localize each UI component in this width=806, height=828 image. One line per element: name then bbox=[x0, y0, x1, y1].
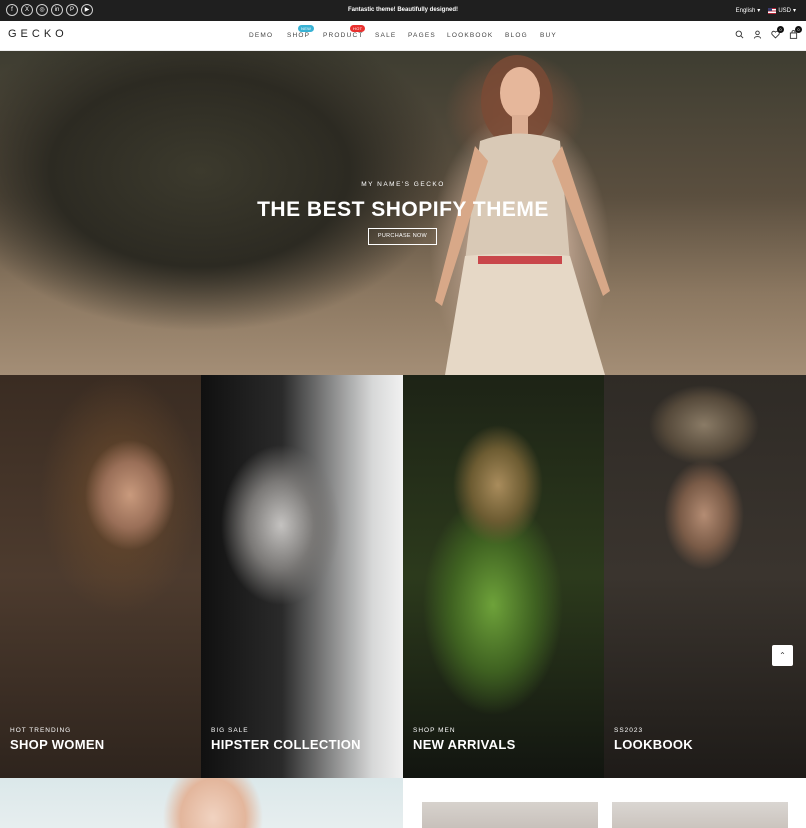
tile-kicker: SS2023 bbox=[614, 727, 644, 734]
language-selector[interactable]: English ▾ bbox=[735, 7, 761, 15]
menu-item-product[interactable]: PRODUCT HOT bbox=[323, 25, 366, 39]
menu-item-lookbook[interactable]: LOOKBOOK bbox=[447, 32, 493, 39]
menu-item-pages[interactable]: PAGES bbox=[408, 32, 436, 39]
collection-tile-lookbook[interactable]: SS2023 LOOKBOOK bbox=[604, 375, 806, 778]
menu-item-product-label: PRODUCT bbox=[323, 32, 364, 39]
menu-item-buy[interactable]: BUY bbox=[540, 32, 557, 39]
menu-item-sale[interactable]: SALE bbox=[375, 32, 396, 39]
chevron-down-icon: ▾ bbox=[792, 8, 796, 14]
locale-switchers: English ▾ USD ▾ bbox=[736, 0, 796, 21]
product-card-image[interactable] bbox=[612, 802, 788, 828]
us-flag-icon bbox=[768, 7, 777, 14]
language-label: English bbox=[735, 7, 756, 14]
tile-title: HIPSTER COLLECTION bbox=[211, 737, 361, 752]
facebook-icon[interactable]: f bbox=[6, 4, 18, 16]
hero-title: THE BEST SHOPIFY THEME bbox=[257, 198, 549, 221]
product-card-image[interactable] bbox=[422, 802, 598, 828]
cart-count: 0 bbox=[795, 26, 802, 33]
tile-kicker: BIG SALE bbox=[211, 727, 249, 734]
wishlist-count: 0 bbox=[777, 26, 784, 33]
collection-tile-shop-women[interactable]: HOT TRENDING SHOP WOMEN bbox=[0, 375, 201, 778]
tile-title: LOOKBOOK bbox=[614, 737, 693, 752]
heart-icon[interactable]: 0 bbox=[771, 26, 784, 39]
bag-icon[interactable]: 0 bbox=[789, 26, 802, 39]
menu-item-demo[interactable]: DEMO bbox=[249, 32, 273, 39]
featured-banner-image[interactable] bbox=[0, 778, 403, 828]
tile-kicker: SHOP MEN bbox=[413, 727, 456, 734]
featured-section bbox=[0, 778, 806, 828]
collection-tile-new-arrivals[interactable]: SHOP MEN NEW ARRIVALS bbox=[403, 375, 604, 778]
hero-banner: MY NAME'S GECKO THE BEST SHOPIFY THEME P… bbox=[0, 51, 806, 375]
collection-tile-hipster-collection[interactable]: BIG SALE HIPSTER COLLECTION bbox=[201, 375, 403, 778]
x-icon[interactable]: X bbox=[21, 4, 33, 16]
hero-kicker: MY NAME'S GECKO bbox=[361, 181, 445, 188]
tile-title: NEW ARRIVALS bbox=[413, 737, 516, 752]
chevron-down-icon: ▾ bbox=[757, 8, 761, 14]
back-to-top-button[interactable]: ⌃ bbox=[772, 645, 793, 666]
collection-grid: HOT TRENDING SHOP WOMEN BIG SALE HIPSTER… bbox=[0, 375, 806, 778]
menu-item-shop-label: SHOP bbox=[287, 32, 311, 39]
linkedin-icon[interactable]: in bbox=[51, 4, 63, 16]
announcement-bar: f X ◎ in P ▶ Fantastic theme! Beautifull… bbox=[0, 0, 806, 21]
user-icon[interactable] bbox=[753, 30, 762, 39]
tile-kicker: HOT TRENDING bbox=[10, 727, 72, 734]
currency-label: USD bbox=[778, 7, 791, 14]
promo-text: Fantastic theme! Beautifully designed! bbox=[347, 7, 459, 13]
youtube-icon[interactable]: ▶ bbox=[81, 4, 93, 16]
menu-item-blog[interactable]: BLOG bbox=[505, 32, 528, 39]
purchase-now-button[interactable]: PURCHASE NOW bbox=[368, 228, 437, 245]
chevron-up-icon: ⌃ bbox=[779, 651, 786, 660]
pinterest-icon[interactable]: P bbox=[66, 4, 78, 16]
search-icon[interactable] bbox=[735, 30, 744, 39]
hot-badge: HOT bbox=[350, 25, 366, 32]
model-face-image bbox=[156, 778, 271, 828]
social-links: f X ◎ in P ▶ bbox=[6, 4, 93, 16]
menu-item-shop[interactable]: SHOP NEW bbox=[287, 25, 315, 39]
tile-title: SHOP WOMEN bbox=[10, 737, 105, 752]
main-header: GECKO DEMO SHOP NEW PRODUCT HOT SALE PAG… bbox=[0, 21, 806, 51]
currency-selector[interactable]: USD ▾ bbox=[768, 7, 796, 14]
instagram-icon[interactable]: ◎ bbox=[36, 4, 48, 16]
site-logo[interactable]: GECKO bbox=[8, 28, 68, 40]
header-actions: 0 0 bbox=[735, 26, 802, 39]
new-badge: NEW bbox=[298, 25, 315, 32]
